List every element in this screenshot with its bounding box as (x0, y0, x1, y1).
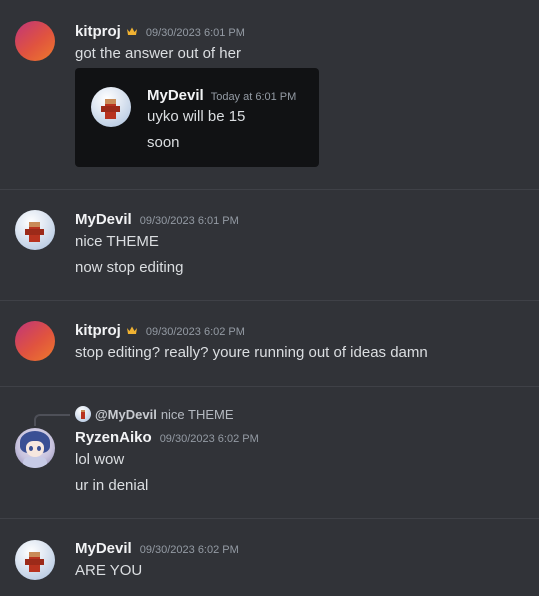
reply-text[interactable]: nice THEME (161, 407, 234, 422)
message-header: MyDevil 09/30/2023 6:01 PM (75, 211, 239, 231)
embed-text: uyko will be 15 (147, 108, 246, 125)
crown-icon (126, 326, 137, 334)
embed-text: soon (147, 134, 180, 151)
message-text: nice THEME (75, 233, 159, 250)
avatar[interactable] (15, 210, 55, 250)
username[interactable]: RyzenAiko (75, 429, 152, 446)
avatar (91, 87, 131, 127)
message-embed[interactable]: MyDevil Today at 6:01 PM uyko will be 15… (75, 68, 319, 167)
timestamp[interactable]: 09/30/2023 6:02 PM (140, 544, 239, 556)
embed-header: MyDevil Today at 6:01 PM (147, 87, 296, 104)
username[interactable]: MyDevil (75, 211, 132, 228)
username[interactable]: kitproj (75, 322, 121, 339)
reply-mention[interactable]: @MyDevil (95, 407, 157, 422)
message-text: ARE YOU (75, 562, 143, 579)
embed-author: MyDevil (147, 87, 204, 104)
chat-message-list[interactable]: kitproj 09/30/2023 6:01 PM got the answe… (0, 0, 539, 596)
username[interactable]: kitproj (75, 23, 121, 40)
timestamp[interactable]: 09/30/2023 6:02 PM (146, 326, 245, 338)
timestamp[interactable]: 09/30/2023 6:01 PM (140, 215, 239, 227)
message-header: kitproj 09/30/2023 6:02 PM (75, 322, 245, 342)
message-header: MyDevil 09/30/2023 6:02 PM (75, 540, 239, 560)
message-text: now stop editing (75, 259, 184, 276)
message-divider (0, 189, 539, 190)
timestamp[interactable]: 09/30/2023 6:02 PM (160, 433, 259, 445)
reply-reference[interactable]: @MyDevil nice THEME (75, 406, 234, 422)
reply-avatar (75, 406, 91, 422)
message-text: stop editing? really? youre running out … (75, 344, 428, 361)
avatar[interactable] (15, 21, 55, 61)
avatar[interactable] (15, 321, 55, 361)
message-header: kitproj 09/30/2023 6:01 PM (75, 23, 245, 43)
avatar[interactable] (15, 428, 55, 468)
message-divider (0, 386, 539, 387)
reply-spine (34, 414, 70, 426)
embed-timestamp: Today at 6:01 PM (210, 91, 297, 103)
message-text: lol wow (75, 451, 125, 468)
message-divider (0, 518, 539, 519)
username[interactable]: MyDevil (75, 540, 132, 557)
message-header: RyzenAiko 09/30/2023 6:02 PM (75, 429, 259, 449)
timestamp[interactable]: 09/30/2023 6:01 PM (146, 27, 245, 39)
crown-icon (126, 27, 137, 35)
avatar[interactable] (15, 540, 55, 580)
message-divider (0, 300, 539, 301)
message-text: ur in denial (75, 477, 149, 494)
message-text: got the answer out of her (75, 45, 241, 62)
